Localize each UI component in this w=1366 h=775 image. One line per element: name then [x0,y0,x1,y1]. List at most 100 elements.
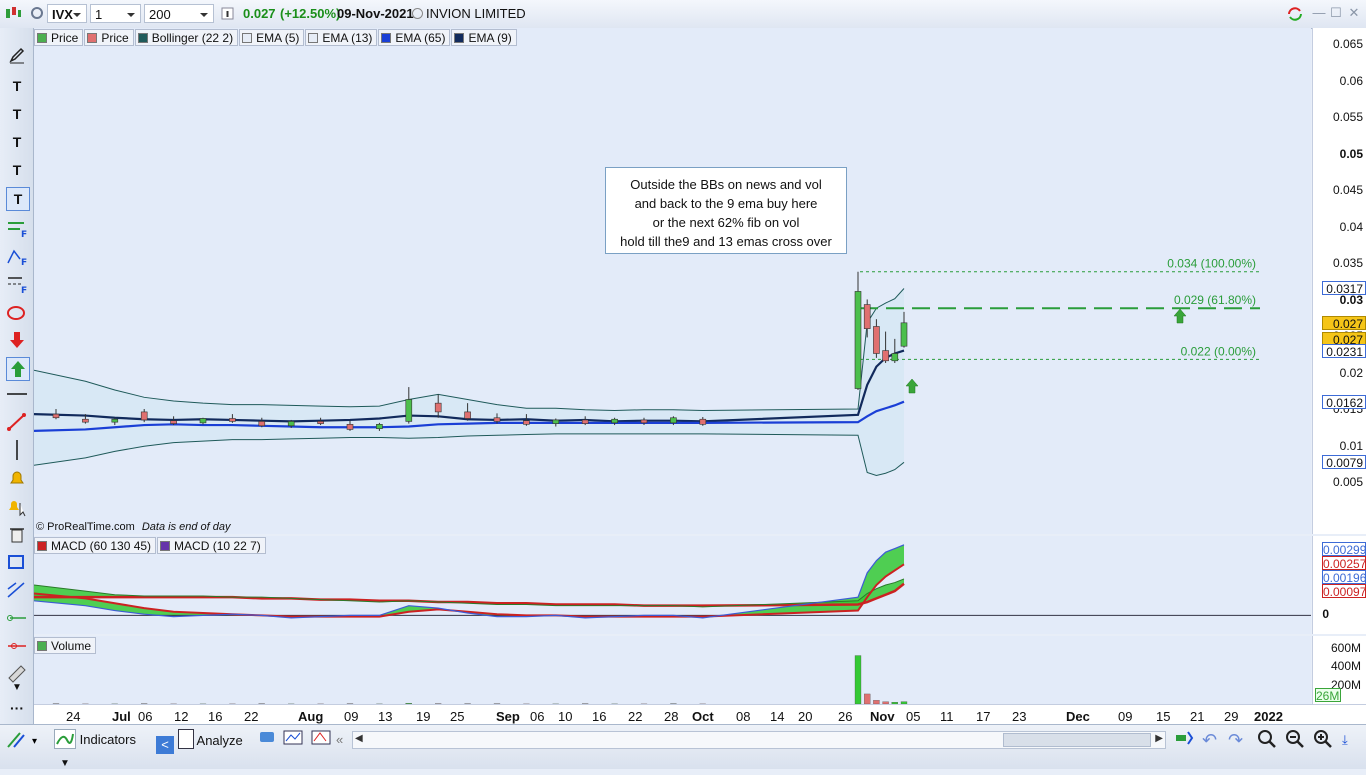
channel-icon[interactable] [6,579,28,601]
ticker-dropdown[interactable]: IVX [47,4,87,23]
analyze-button[interactable]: < Analyze [156,729,252,751]
minimize-icon[interactable]: — [1312,6,1326,20]
scroll-arrow-right[interactable]: ▶ [1155,733,1163,744]
pencil-icon[interactable] [6,46,28,68]
maximize-icon[interactable]: ☐ [1329,6,1343,20]
price-legend-item[interactable]: Price [84,29,133,46]
arrow-down-icon[interactable] [6,329,28,351]
last-price: 0.027 [243,4,276,23]
candle-body [864,305,870,329]
volume-axis[interactable]: 600M400M200M26M [1312,636,1366,704]
price-legend-item[interactable]: EMA (9) [451,29,516,46]
draw-mode-button[interactable]: ▾ [4,729,50,751]
compare-icon[interactable] [310,729,332,751]
price-legend-item[interactable]: EMA (65) [378,29,450,46]
candle-body [523,421,529,425]
arrow-up-icon [906,379,918,393]
sync-icon[interactable] [1286,6,1304,20]
macd-slow-signal-line [34,584,904,606]
price-legend-item[interactable]: EMA (13) [305,29,377,46]
price-chart[interactable]: 0.034 (100.00%)0.029 (61.80%)0.022 (0.00… [34,28,1311,534]
fib-fan-icon[interactable]: F [6,217,28,239]
ray-icon[interactable] [6,607,28,629]
time-axis-label: 2022 [1254,709,1283,724]
time-axis-label: 26 [838,709,852,724]
bollinger-upper-line [34,288,904,410]
hline-ray-icon[interactable] [6,635,28,657]
comments-icon[interactable] [258,729,276,751]
timeframe-dropdown[interactable]: 1 day [90,4,141,23]
rectangle-icon[interactable] [6,551,28,573]
time-axis-label: 23 [1012,709,1026,724]
time-axis-label: 25 [450,709,464,724]
time-axis-label: 28 [664,709,678,724]
screen-icon[interactable] [282,729,304,751]
close-icon[interactable]: ✕ [1347,6,1361,20]
credit-note: Data is end of day [142,521,231,533]
volume-legend: Volume [34,637,96,654]
collapse-icon[interactable]: ⤓ [1342,729,1362,751]
candle-body [53,414,59,418]
chart-annotation-box[interactable]: Outside the BBs on news and vol and back… [605,167,847,254]
volume-chart[interactable] [34,636,1311,704]
price-legend-item[interactable]: Price [34,29,83,46]
redo-icon[interactable]: ↷ [1228,729,1248,751]
macd-axis[interactable]: 0.002990.002570.001960.000970 [1312,536,1366,634]
arrow-up-icon [1174,309,1186,323]
text-tool-icon[interactable]: T [6,75,28,97]
price-tag: 0.0231 [1322,344,1366,358]
scrollbar-thumb[interactable] [1003,733,1151,747]
ellipse-icon[interactable] [6,301,28,323]
note-line: and back to the 9 ema buy here [606,194,846,213]
units-dropdown[interactable]: 200 units [144,4,214,23]
alert-bell-icon[interactable] [6,467,28,489]
macd-pane[interactable]: MACD (60 130 45)MACD (10 22 7) [34,536,1311,634]
time-axis-label: Sep [496,709,520,724]
text-tool-icon[interactable]: T [6,131,28,153]
volume-legend-item[interactable]: Volume [34,637,96,654]
note-line: Outside the BBs on news and vol [606,175,846,194]
candle-body [82,419,88,422]
chevron-down-icon[interactable]: ▼ [60,758,70,769]
zoom-fit-icon[interactable] [1256,729,1278,751]
price-legend-item[interactable]: Bollinger (22 2) [135,29,238,46]
price-axis-label: 0.055 [1333,111,1363,124]
legend-swatch [37,541,47,551]
price-pane[interactable]: 0.034 (100.00%)0.029 (61.80%)0.022 (0.00… [34,28,1311,534]
fib-arc-icon[interactable]: F [6,245,28,267]
chart-type-icon[interactable] [4,4,24,23]
text-box-icon[interactable]: T [6,187,30,211]
fib-retracement-icon[interactable]: F [6,273,28,295]
zoom-in-icon[interactable] [1312,729,1334,751]
ticker-select[interactable] [30,4,46,23]
macd-legend-item[interactable]: MACD (60 130 45) [34,537,156,554]
more-icon[interactable]: ··· [6,697,28,719]
indicators-button[interactable]: Indicators ▼ [54,729,154,751]
scroll-left-icon[interactable]: « [336,729,350,751]
time-axis[interactable]: 24Jul06121622Aug09131925Sep0610162228Oct… [34,704,1366,725]
trash-icon[interactable] [6,523,28,545]
scroll-arrow-left[interactable]: ◀ [355,733,363,744]
info-icon[interactable] [221,4,235,23]
macd-legend-item[interactable]: MACD (10 22 7) [157,537,266,554]
volume-pane[interactable]: Volume [34,636,1311,704]
candle-body [141,412,147,420]
alert-cursor-icon[interactable] [6,495,28,517]
arrow-up-icon[interactable] [6,357,30,381]
vertical-line-icon[interactable] [6,439,28,461]
back-to-latest-icon[interactable] [1172,729,1194,751]
text-tool-icon[interactable]: T [6,103,28,125]
undo-icon[interactable]: ↶ [1202,729,1222,751]
legend-label: Volume [51,639,91,653]
bottom-toolbar: ▾ Indicators ▼ < Analyze « ◀ ▶ ↶ ↷ ⤓ [0,724,1366,769]
horizontal-scrollbar[interactable]: ◀ ▶ [352,731,1166,749]
macd-legend: MACD (60 130 45)MACD (10 22 7) [34,537,266,554]
zoom-out-icon[interactable] [1284,729,1306,751]
candle-body [259,421,265,425]
trendline-icon[interactable] [6,411,28,433]
horizontal-line-icon[interactable] [6,383,28,405]
expand-tools-icon[interactable]: ▼ [6,677,28,699]
price-axis[interactable]: 0.0650.060.0550.050.0450.040.0350.030.02… [1312,28,1366,534]
price-legend-item[interactable]: EMA (5) [239,29,304,46]
text-tool-icon[interactable]: T [6,159,28,181]
